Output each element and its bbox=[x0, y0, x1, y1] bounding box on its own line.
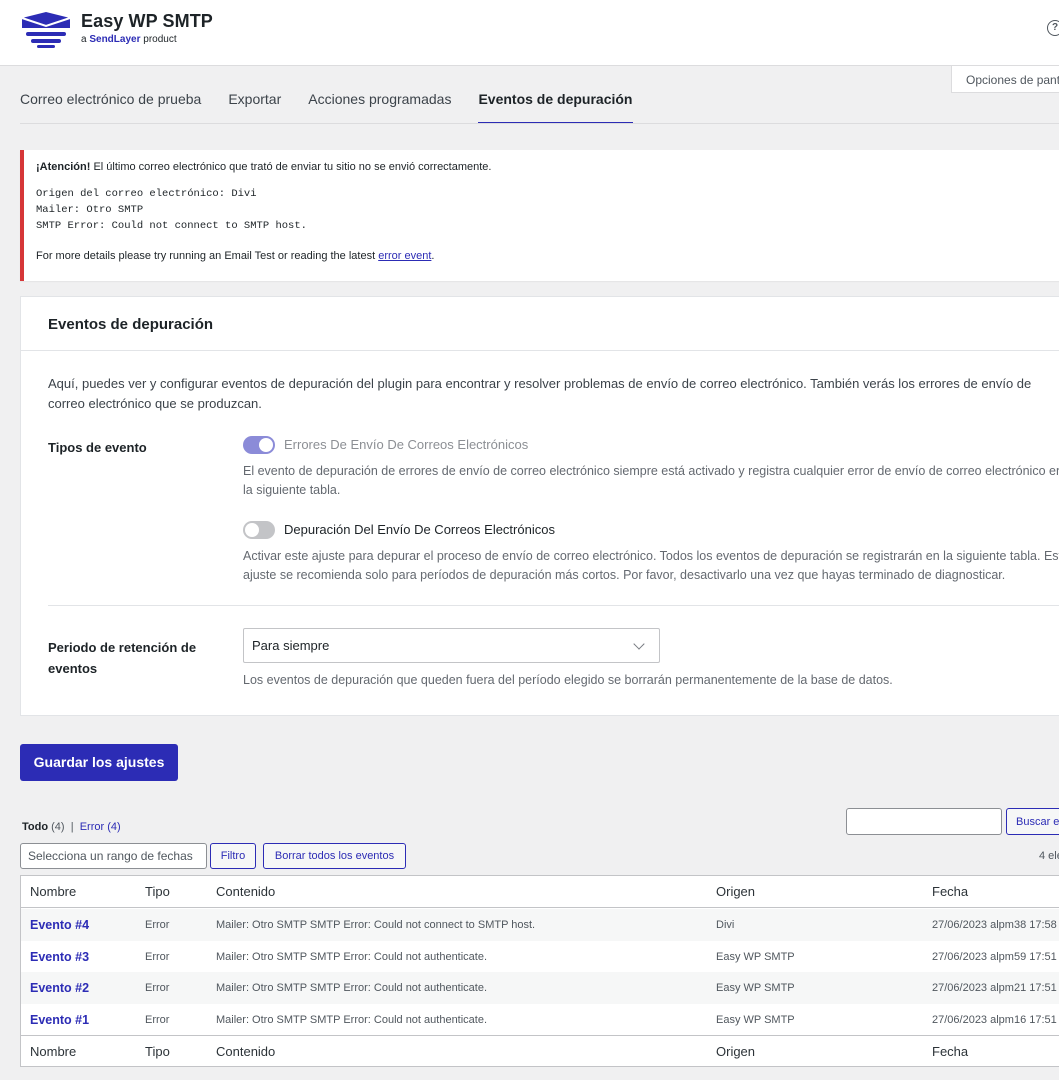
event-date: 27/06/2023 alpm59 17:51 bbox=[932, 951, 1057, 963]
event-origin: Easy WP SMTP bbox=[716, 982, 795, 994]
debug-sending-help: Activar este ajuste para depurar el proc… bbox=[243, 549, 1059, 582]
email-errors-toggle[interactable] bbox=[243, 436, 275, 454]
logo[interactable]: Easy WP SMTP a SendLayer product bbox=[20, 11, 213, 48]
filter-error[interactable]: Error bbox=[80, 821, 104, 833]
date-range-input[interactable]: Selecciona un rango de fechas bbox=[20, 843, 207, 869]
event-date: 27/06/2023 alpm21 17:51 bbox=[932, 982, 1057, 994]
event-content: Mailer: Otro SMTP SMTP Error: Could not … bbox=[216, 1014, 488, 1026]
column-type-footer[interactable]: Tipo bbox=[145, 1036, 170, 1068]
debug-sending-toggle-label: Depuración Del Envío De Correos Electrón… bbox=[284, 522, 555, 537]
event-date: 27/06/2023 alpm16 17:51 bbox=[932, 1014, 1057, 1026]
event-origin: Easy WP SMTP bbox=[716, 951, 795, 963]
tabs-divider bbox=[20, 123, 1059, 124]
logo-subtitle: a SendLayer product bbox=[81, 34, 177, 45]
column-name[interactable]: Nombre bbox=[30, 876, 76, 908]
items-count: 4 elementos bbox=[1039, 850, 1059, 862]
tab-bar: Correo electrónico de prueba Exportar Ac… bbox=[20, 84, 660, 124]
column-name-footer[interactable]: Nombre bbox=[30, 1036, 76, 1068]
event-link[interactable]: Evento #1 bbox=[30, 1004, 89, 1036]
event-types-label: Tipos de evento bbox=[48, 440, 147, 455]
event-date: 27/06/2023 alpm38 17:58 bbox=[932, 919, 1057, 931]
search-input[interactable] bbox=[846, 808, 1002, 835]
retention-label: Periodo de retención de eventos bbox=[48, 640, 197, 676]
panel-description: Aquí, puedes ver y configurar eventos de… bbox=[48, 376, 1032, 411]
error-notice: ¡Atención! El último correo electrónico … bbox=[20, 150, 1059, 281]
table-row: Evento #4 Error Mailer: Otro SMTP SMTP E… bbox=[21, 909, 1059, 941]
tab-export[interactable]: Exportar bbox=[228, 84, 281, 124]
notice-details: Origen del correo electrónico: Divi Mail… bbox=[36, 188, 307, 232]
event-origin: Divi bbox=[716, 919, 735, 931]
event-type: Error bbox=[145, 982, 170, 994]
event-type: Error bbox=[145, 951, 170, 963]
event-content: Mailer: Otro SMTP SMTP Error: Could not … bbox=[216, 982, 488, 994]
status-filters: Todo (4) | Error (4) bbox=[22, 821, 121, 833]
table-row: Evento #2 Error Mailer: Otro SMTP SMTP E… bbox=[21, 972, 1059, 1004]
tab-scheduled-actions[interactable]: Acciones programadas bbox=[308, 84, 451, 124]
event-link[interactable]: Evento #4 bbox=[30, 909, 89, 941]
retention-help: Los eventos de depuración que queden fue… bbox=[243, 673, 893, 687]
delete-all-events-button[interactable]: Borrar todos los eventos bbox=[263, 843, 406, 869]
divider bbox=[48, 605, 1059, 606]
debug-sending-toggle[interactable] bbox=[243, 521, 275, 539]
panel-title: Eventos de depuración bbox=[21, 297, 1059, 351]
save-settings-button[interactable]: Guardar los ajustes bbox=[20, 744, 178, 781]
filter-all[interactable]: Todo bbox=[22, 821, 48, 833]
events-table: Nombre Tipo Contenido Origen Fecha Event… bbox=[20, 875, 1059, 1067]
search-button[interactable]: Buscar eventos bbox=[1006, 808, 1059, 835]
help-icon[interactable]: ? bbox=[1047, 20, 1059, 36]
filter-button[interactable]: Filtro bbox=[210, 843, 256, 869]
column-origin[interactable]: Origen bbox=[716, 876, 755, 908]
column-type[interactable]: Tipo bbox=[145, 876, 170, 908]
event-type: Error bbox=[145, 1014, 170, 1026]
column-content[interactable]: Contenido bbox=[216, 876, 275, 908]
event-content: Mailer: Otro SMTP SMTP Error: Could not … bbox=[216, 951, 488, 963]
column-date[interactable]: Fecha bbox=[932, 876, 968, 908]
envelope-logo-icon bbox=[20, 12, 72, 48]
column-origin-footer[interactable]: Origen bbox=[716, 1036, 755, 1068]
debug-events-panel: Eventos de depuración Aquí, puedes ver y… bbox=[20, 296, 1059, 716]
table-footer: Nombre Tipo Contenido Origen Fecha bbox=[21, 1035, 1059, 1067]
table-row: Evento #3 Error Mailer: Otro SMTP SMTP E… bbox=[21, 941, 1059, 973]
chevron-down-icon bbox=[633, 638, 645, 650]
column-date-footer[interactable]: Fecha bbox=[932, 1036, 968, 1068]
retention-select[interactable]: Para siempre bbox=[243, 628, 660, 663]
email-errors-toggle-label: Errores De Envío De Correos Electrónicos bbox=[284, 437, 529, 452]
table-header: Nombre Tipo Contenido Origen Fecha bbox=[21, 876, 1059, 908]
error-event-link[interactable]: error event bbox=[378, 250, 431, 262]
notice-message: ¡Atención! El último correo electrónico … bbox=[36, 161, 492, 173]
screen-options-button[interactable]: Opciones de pantalla bbox=[951, 66, 1059, 93]
table-row: Evento #1 Error Mailer: Otro SMTP SMTP E… bbox=[21, 1004, 1059, 1036]
event-link[interactable]: Evento #3 bbox=[30, 941, 89, 973]
event-origin: Easy WP SMTP bbox=[716, 1014, 795, 1026]
top-header: Easy WP SMTP a SendLayer product ? bbox=[0, 0, 1059, 66]
logo-title: Easy WP SMTP bbox=[81, 11, 213, 31]
column-content-footer[interactable]: Contenido bbox=[216, 1036, 275, 1068]
tab-debug-events[interactable]: Eventos de depuración bbox=[478, 84, 633, 124]
event-content: Mailer: Otro SMTP SMTP Error: Could not … bbox=[216, 919, 536, 931]
event-type: Error bbox=[145, 919, 170, 931]
email-errors-help: El evento de depuración de errores de en… bbox=[243, 464, 1059, 497]
notice-footer: For more details please try running an E… bbox=[36, 250, 435, 262]
event-link[interactable]: Evento #2 bbox=[30, 972, 89, 1004]
tab-test-email[interactable]: Correo electrónico de prueba bbox=[20, 84, 201, 124]
